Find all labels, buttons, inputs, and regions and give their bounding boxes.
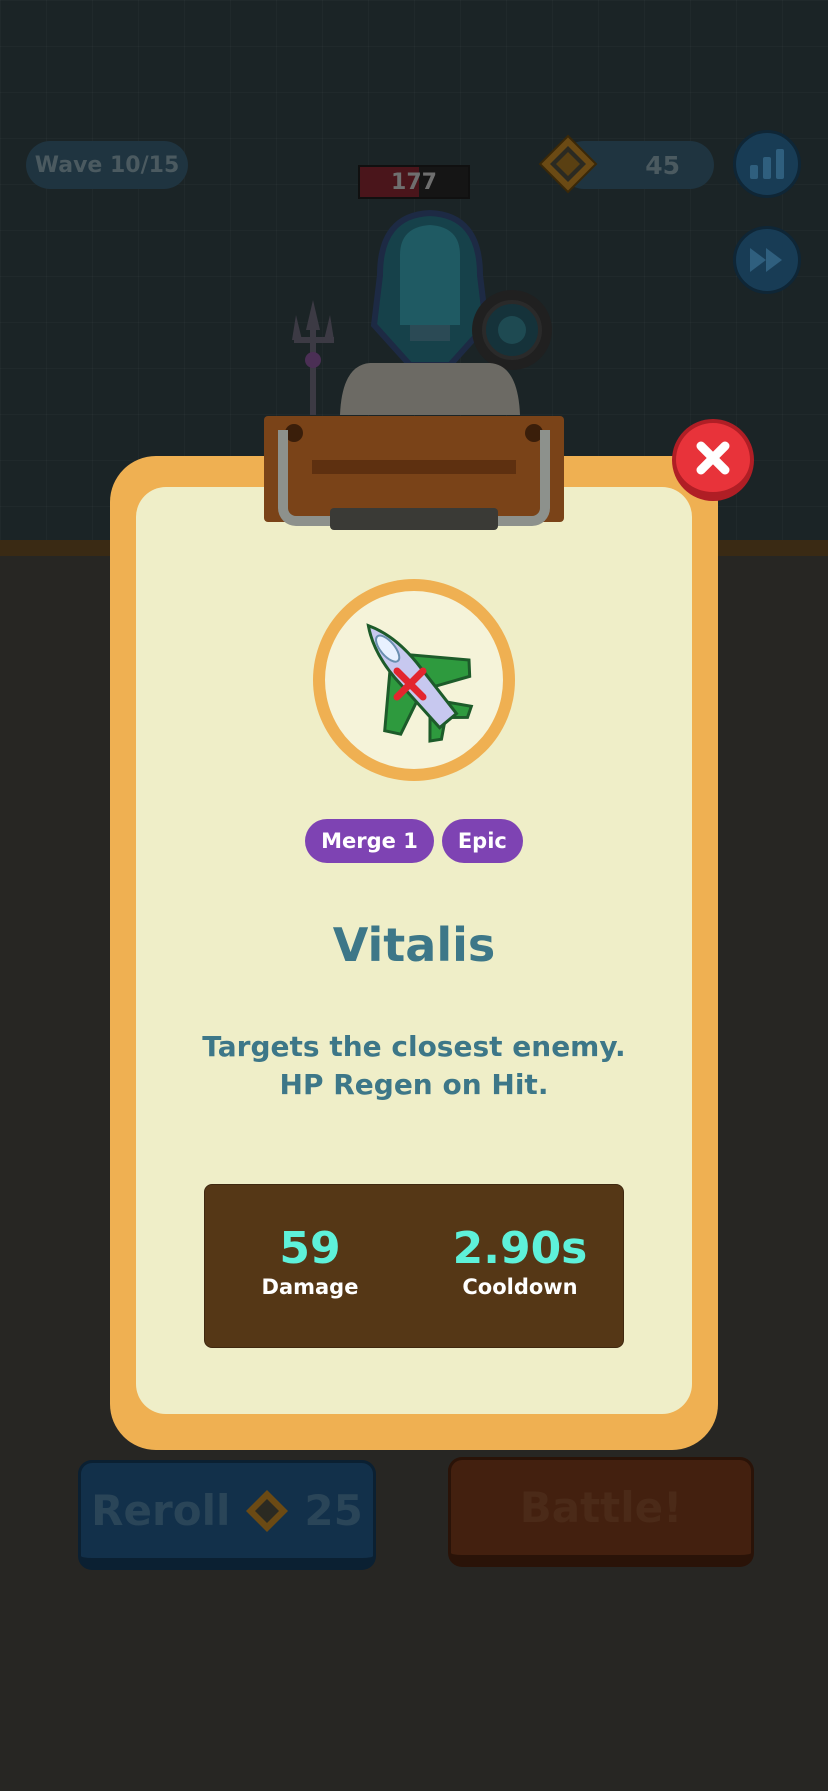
diamond-gem-icon [246,1489,289,1532]
diamond-gem-icon [538,134,598,194]
player-ship [292,209,552,415]
enemy-hp-bar: 177 [358,165,470,199]
reroll-label: Reroll [91,1486,231,1535]
fast-forward-button[interactable] [733,226,801,294]
currency-amount: 45 [645,150,680,180]
item-portrait-inner [325,591,503,769]
reroll-cost: 25 [304,1486,363,1535]
item-tags: Merge 1 Epic [0,819,828,863]
wave-counter: Wave 10/15 [26,141,188,189]
clipboard-bar [330,508,498,530]
item-description: Targets the closest enemy. HP Regen on H… [202,1030,626,1101]
cooldown-value: 2.90s [452,1223,588,1274]
battle-button[interactable]: Battle! [448,1457,754,1567]
damage-label: Damage [261,1275,359,1299]
enemy-hp-value: 177 [391,169,437,195]
cooldown-label: Cooldown [462,1275,578,1299]
damage-value: 59 [279,1223,341,1274]
reroll-button[interactable]: Reroll 25 [78,1460,376,1570]
item-stats-panel: 59 Damage 2.90s Cooldown [204,1184,624,1348]
bar-chart-icon [750,149,784,179]
close-button[interactable] [672,419,754,501]
cooldown-stat: 2.90s Cooldown [415,1225,625,1301]
close-icon [696,441,730,474]
green-jet-icon [366,623,474,743]
damage-stat: 59 Damage [205,1225,415,1301]
item-name: Vitalis [332,918,496,972]
stats-button[interactable] [733,130,801,198]
fast-forward-icon [750,248,782,272]
merge-level-tag: Merge 1 [305,819,434,863]
rarity-tag: Epic [441,819,523,863]
item-portrait [313,579,515,781]
